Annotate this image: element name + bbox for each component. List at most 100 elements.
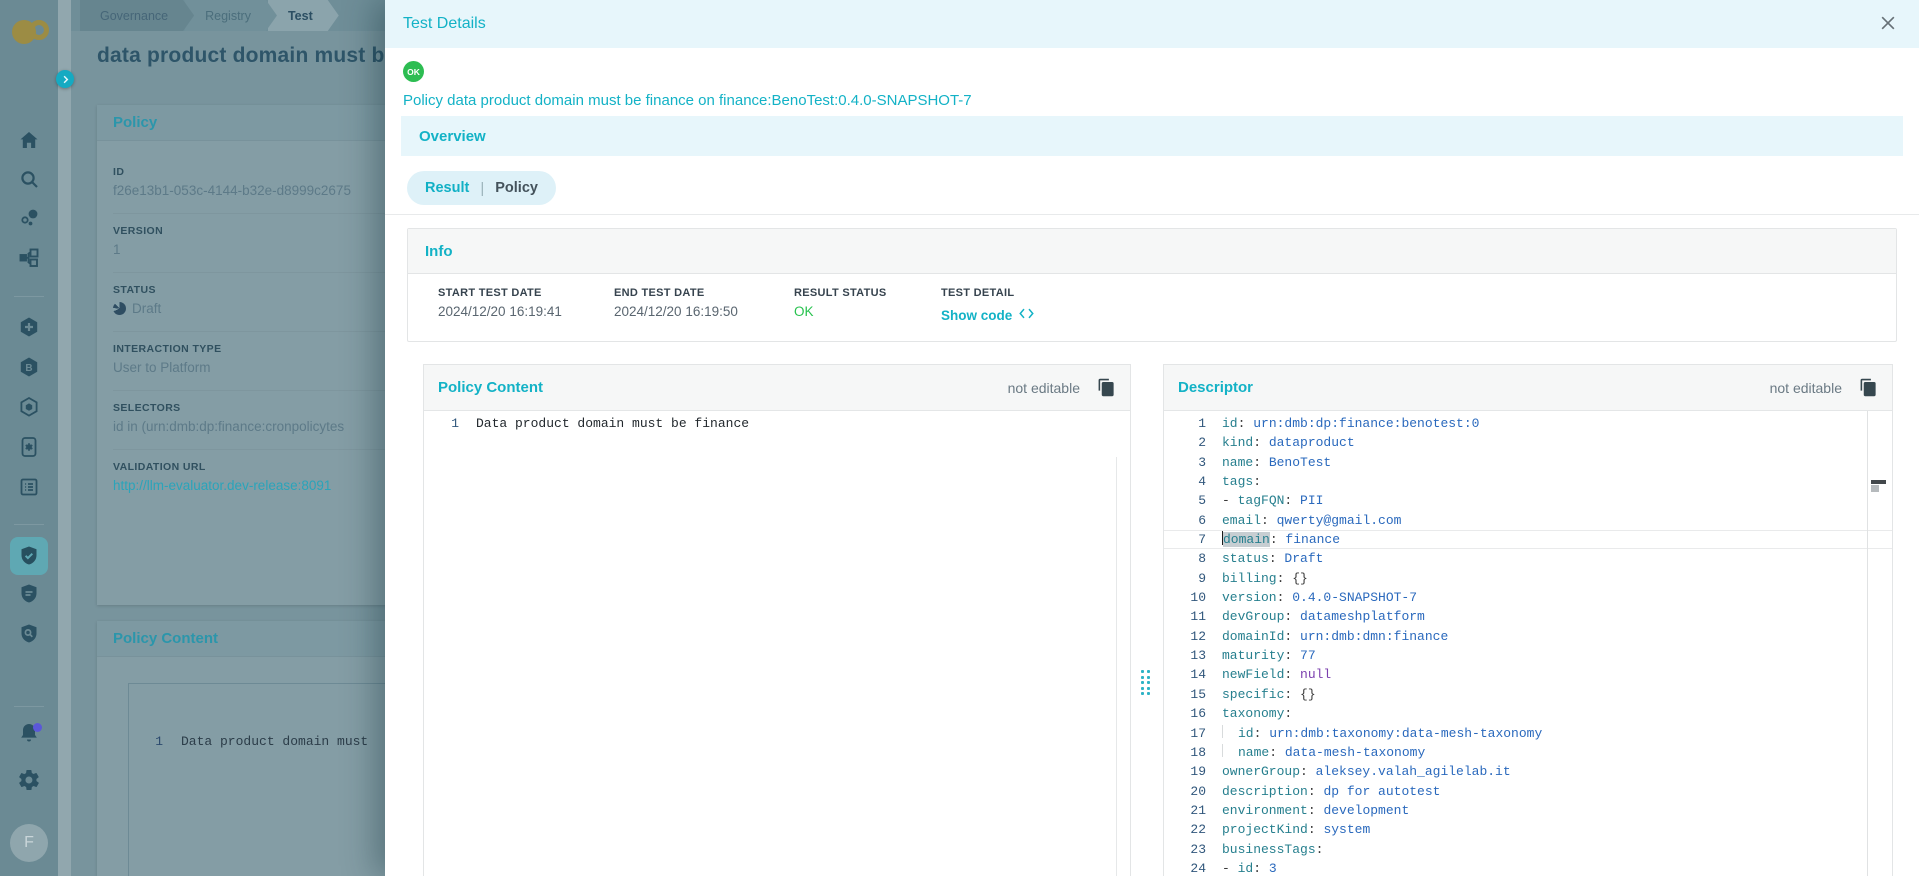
result-policy-tabs: Result|Policy (407, 171, 556, 205)
yaml-token: 0.4.0-SNAPSHOT-7 (1292, 590, 1417, 605)
yaml-token: : (1308, 784, 1324, 799)
hexagon-b-icon[interactable]: B (0, 355, 58, 379)
sidebar-divider (14, 706, 44, 707)
field-value: 1 (113, 242, 387, 257)
sidebar-divider (14, 524, 44, 525)
line-number: 17 (1164, 724, 1222, 743)
yaml-line: 22projectKind: system (1164, 820, 1892, 839)
yaml-line: 21environment: development (1164, 801, 1892, 820)
line-number: 4 (1164, 472, 1222, 491)
line-number: 22 (1164, 820, 1222, 839)
show-code-link[interactable]: Show code (941, 308, 1012, 323)
shield-check-icon[interactable] (10, 537, 48, 575)
notifications-bell-icon[interactable] (0, 721, 58, 745)
yaml-token: billing (1222, 571, 1277, 586)
yaml-token: : (1253, 861, 1269, 876)
policy-content-title: Policy Content (438, 379, 543, 396)
drag-dot (1147, 687, 1150, 690)
line-number: 24 (1164, 859, 1222, 876)
info-value: 2024/12/20 16:19:50 (614, 304, 738, 319)
line-number: 23 (1164, 840, 1222, 859)
shield-lines-icon[interactable] (0, 582, 58, 606)
search-icon[interactable] (0, 167, 58, 191)
yaml-line: 5- tagFQN: PII (1164, 491, 1892, 510)
yaml-token: id (1222, 416, 1238, 431)
yaml-token: id (1238, 726, 1254, 741)
tab-result[interactable]: Result (425, 180, 469, 196)
info-label: START TEST DATE (438, 287, 562, 299)
policy-result-title: Policy data product domain must be finan… (403, 92, 972, 109)
yaml-token: : (1308, 803, 1324, 818)
yaml-token: domainId (1222, 629, 1284, 644)
shield-search-icon[interactable] (0, 622, 58, 646)
badge-gear-icon[interactable] (0, 435, 58, 459)
field-value: User to Platform (113, 360, 387, 375)
scrollbar-thumb[interactable] (1871, 485, 1879, 492)
field-status: STATUSDraft (113, 273, 387, 332)
policy-content-editor[interactable]: 1Data product domain must be finance (424, 411, 1130, 876)
breadcrumb-tab-governance[interactable]: Governance (80, 0, 194, 31)
sidebar-expand-button[interactable] (56, 70, 74, 88)
field-value: Draft (113, 301, 387, 316)
yaml-token: qwerty@gmail.com (1277, 513, 1402, 528)
scrollbar-track[interactable] (1116, 457, 1117, 876)
hexagon-dot-icon[interactable] (0, 395, 58, 419)
info-field-end-test-date: END TEST DATE2024/12/20 16:19:50 (614, 287, 738, 319)
yaml-token: : (1284, 629, 1300, 644)
info-title: Info (425, 243, 453, 260)
info-value: 2024/12/20 16:19:41 (438, 304, 562, 319)
hierarchy-icon[interactable] (0, 246, 58, 270)
policy-panel-header: Policy (97, 105, 387, 141)
scrollbar-track[interactable] (1867, 411, 1868, 876)
descriptor-editor[interactable]: 1id: urn:dmb:dp:finance:benotest:02kind:… (1164, 411, 1892, 876)
yaml-token: specific (1222, 687, 1284, 702)
field-version: VERSION1 (113, 214, 387, 273)
yaml-token: null (1300, 667, 1331, 682)
yaml-token: development (1323, 803, 1409, 818)
breadcrumb-tab-test[interactable]: Test (268, 0, 339, 31)
breadcrumb-tab-registry[interactable]: Registry (185, 0, 277, 31)
code-icon (1019, 307, 1034, 323)
hexagon-plus-icon[interactable] (0, 315, 58, 339)
yaml-line: 8status: Draft (1164, 549, 1892, 568)
info-value: OK (794, 304, 887, 319)
yaml-token: datameshplatform (1300, 609, 1425, 624)
yaml-line: 3name: BenoTest (1164, 453, 1892, 472)
drag-dot (1147, 670, 1150, 673)
sidebar-divider (14, 296, 44, 297)
info-field-start-test-date: START TEST DATE 2024/12/20 16:19:41 (438, 287, 562, 319)
line-number: 2 (1164, 433, 1222, 452)
panel-resize-handle[interactable] (1141, 670, 1150, 695)
home-icon[interactable] (0, 128, 58, 152)
indent-guide (1222, 725, 1238, 738)
list-icon[interactable] (0, 475, 58, 499)
tab-policy[interactable]: Policy (495, 180, 538, 196)
yaml-line: 14newField: null (1164, 665, 1892, 684)
settings-gear-icon[interactable] (0, 768, 58, 792)
close-icon[interactable] (1877, 13, 1899, 35)
yaml-line: 19ownerGroup: aleksey.valah_agilelab.it (1164, 762, 1892, 781)
yaml-token: : (1238, 416, 1254, 431)
test-details-modal: Test Details OK Policy data product doma… (385, 0, 1919, 876)
field-value[interactable]: http://llm-evaluator.dev-release:8091 (113, 478, 387, 493)
modal-header: Test Details (385, 0, 1919, 48)
field-value: id in (urn:dmb:dp:finance:cronpolicytes (113, 419, 387, 434)
breadcrumb: GovernanceRegistryTest (80, 0, 339, 31)
copy-icon[interactable] (1858, 377, 1878, 399)
yaml-token: : (1253, 455, 1269, 470)
drag-dot (1141, 692, 1144, 695)
yaml-token: : (1269, 551, 1285, 566)
yaml-token: data-mesh-taxonomy (1285, 745, 1425, 760)
line-number: 8 (1164, 549, 1222, 568)
line-number: 10 (1164, 588, 1222, 607)
field-label: INTERACTION TYPE (113, 343, 387, 355)
field-label: SELECTORS (113, 402, 387, 414)
user-avatar[interactable]: F (10, 824, 48, 862)
bubbles-icon[interactable] (0, 206, 58, 230)
notification-dot (33, 723, 42, 732)
policy-panel: Policy IDf26e13b1-053c-4144-b32e-d8999c2… (97, 105, 387, 605)
info-value[interactable]: Show code (941, 307, 1034, 323)
yaml-line: 9billing: {} (1164, 569, 1892, 588)
line-number: 5 (1164, 491, 1222, 510)
copy-icon[interactable] (1096, 377, 1116, 399)
